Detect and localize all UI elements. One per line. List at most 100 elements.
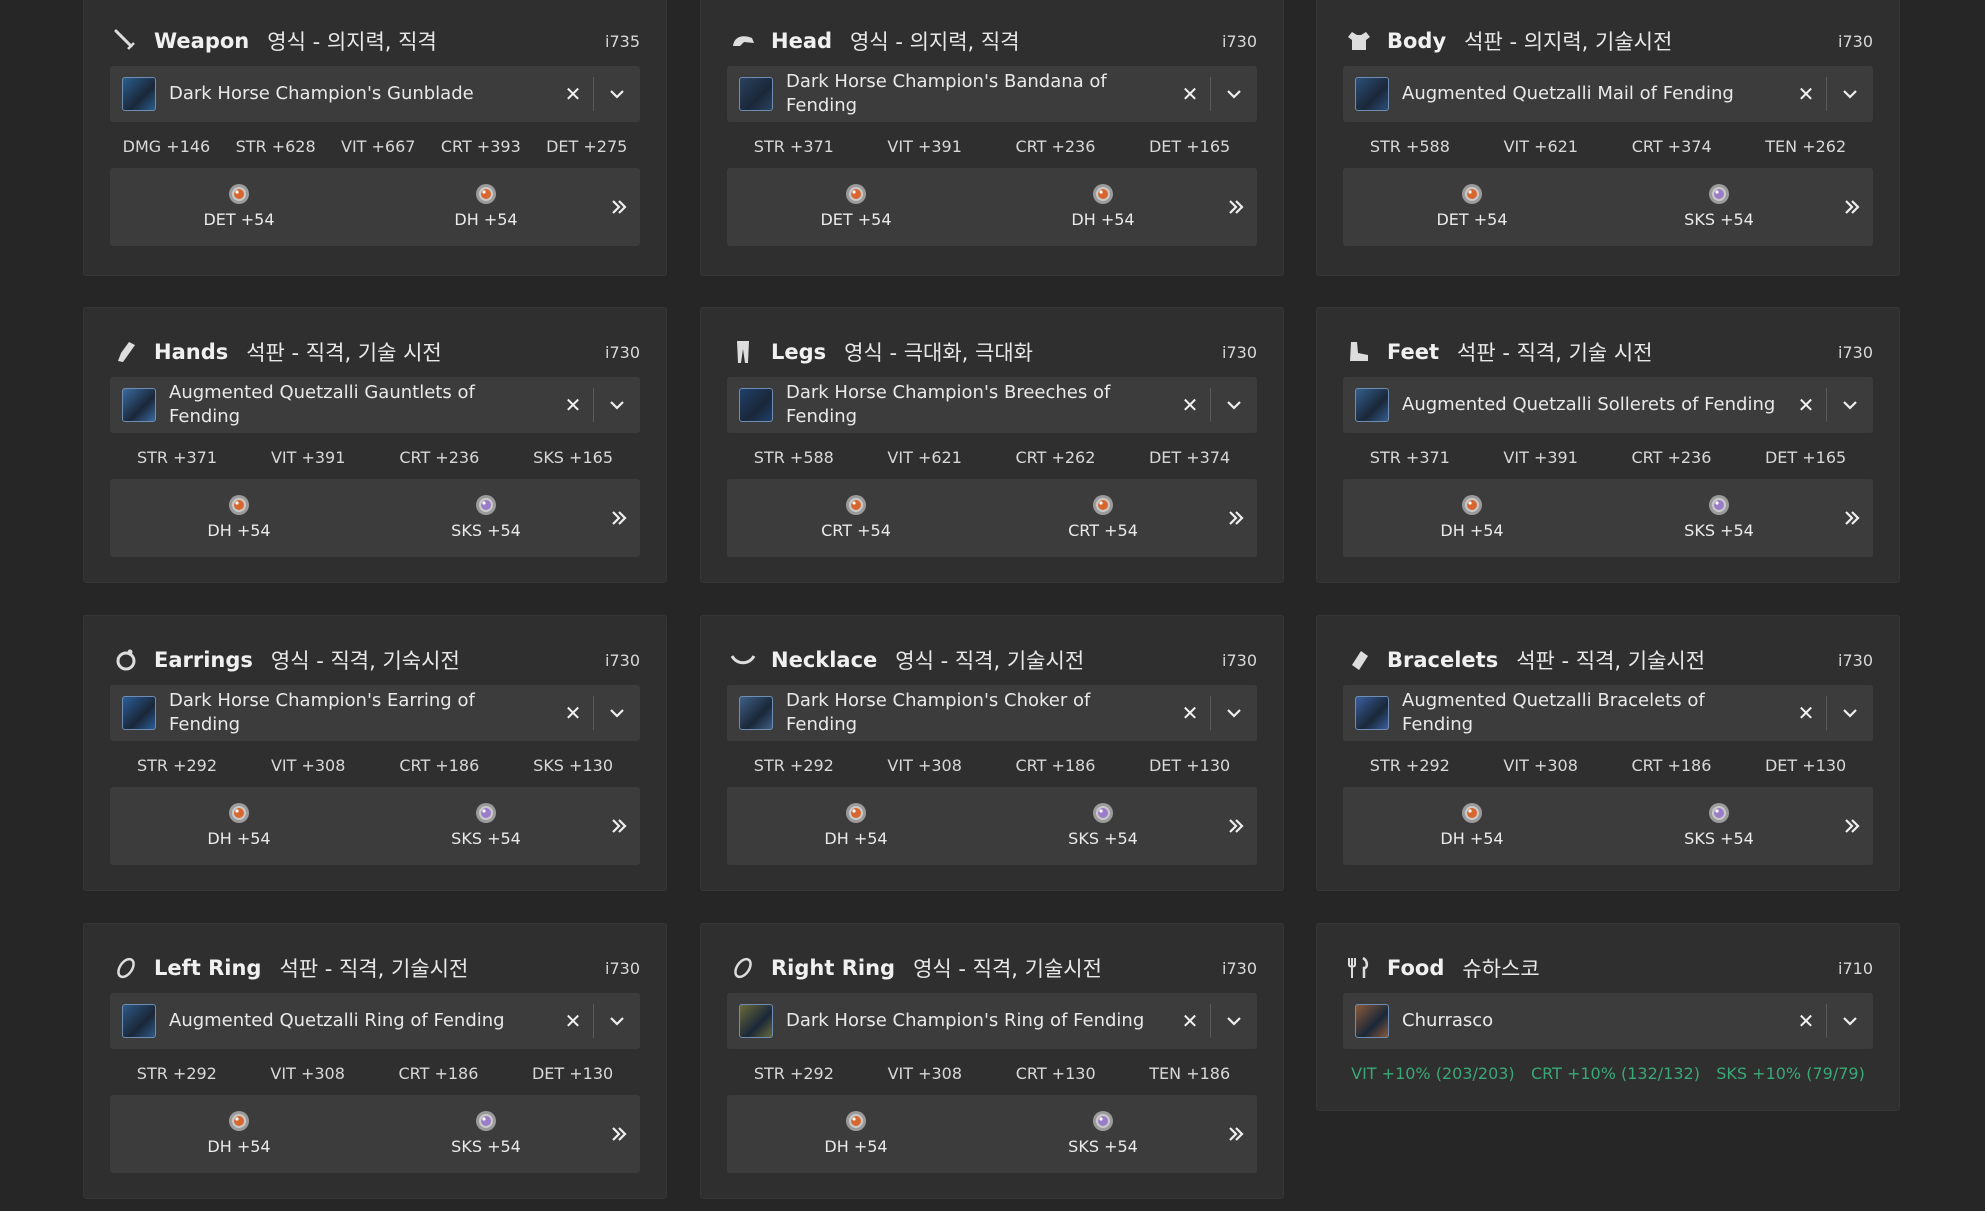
chevron-down-icon[interactable] — [594, 1016, 640, 1026]
clear-item-button[interactable]: ✕ — [553, 701, 593, 725]
gear-card-bracelets: Bracelets 석판 - 직격, 기술시전 i730 Augmented Quet… — [1316, 615, 1900, 891]
materia-slot[interactable]: DH +54 — [1043, 180, 1163, 229]
clear-item-button[interactable]: ✕ — [553, 82, 593, 106]
double-chevron-right-icon[interactable] — [1839, 503, 1865, 533]
clear-item-button[interactable]: ✕ — [1170, 393, 1210, 417]
materia-icon — [843, 1107, 869, 1133]
materia-icon — [1706, 799, 1732, 825]
materia-label: SKS +54 — [451, 521, 521, 540]
item-select[interactable]: Augmented Quetzalli Bracelets of Fending… — [1343, 685, 1873, 741]
chevron-down-icon[interactable] — [1211, 708, 1257, 718]
materia-slot[interactable]: SKS +54 — [426, 491, 546, 540]
clear-item-button[interactable]: ✕ — [1786, 701, 1826, 725]
materia-slot[interactable]: SKS +54 — [1659, 491, 1779, 540]
stat-value: CRT +374 — [1631, 137, 1712, 156]
clear-item-button[interactable]: ✕ — [1170, 701, 1210, 725]
materia-slot[interactable]: DET +54 — [796, 180, 916, 229]
item-name: Dark Horse Champion's Bandana of Fending — [786, 71, 1107, 116]
slot-name: Earrings — [154, 648, 253, 672]
double-chevron-right-icon[interactable] — [1223, 503, 1249, 533]
item-select[interactable]: Augmented Quetzalli Sollerets of Fending… — [1343, 377, 1873, 433]
materia-slot[interactable]: DH +54 — [1412, 491, 1532, 540]
card-header: Feet 석판 - 직격, 기술 시전 i730 — [1345, 334, 1873, 370]
double-chevron-right-icon[interactable] — [606, 503, 632, 533]
clear-item-button[interactable]: ✕ — [1170, 1009, 1210, 1033]
chevron-down-icon[interactable] — [1827, 1016, 1873, 1026]
materia-slot[interactable]: DH +54 — [179, 491, 299, 540]
materia-slot[interactable]: CRT +54 — [796, 491, 916, 540]
double-chevron-right-icon[interactable] — [1223, 811, 1249, 841]
clear-item-button[interactable]: ✕ — [1786, 82, 1826, 106]
chevron-down-icon[interactable] — [1211, 1016, 1257, 1026]
double-chevron-right-icon[interactable] — [1223, 192, 1249, 222]
slot-subtitle: 영식 - 극대화, 극대화 — [844, 341, 1033, 365]
item-thumbnail — [739, 1004, 773, 1038]
fork-knife-icon — [1345, 954, 1373, 982]
materia-slot[interactable]: SKS +54 — [1043, 1107, 1163, 1156]
clear-item-button[interactable]: ✕ — [1786, 393, 1826, 417]
stat-value: CRT +186 — [398, 1064, 479, 1083]
materia-icon — [1706, 491, 1732, 517]
materia-label: DH +54 — [454, 210, 518, 229]
materia-slot[interactable]: DH +54 — [796, 1107, 916, 1156]
double-chevron-right-icon[interactable] — [606, 192, 632, 222]
item-select[interactable]: Augmented Quetzalli Gauntlets of Fending… — [110, 377, 640, 433]
materia-slot[interactable]: SKS +54 — [1043, 799, 1163, 848]
materia-slot[interactable]: SKS +54 — [1659, 799, 1779, 848]
materia-slot[interactable]: SKS +54 — [426, 1107, 546, 1156]
materia-slot[interactable]: DH +54 — [1412, 799, 1532, 848]
materia-slot[interactable]: CRT +54 — [1043, 491, 1163, 540]
double-chevron-right-icon[interactable] — [606, 1119, 632, 1149]
item-select[interactable]: Dark Horse Champion's Choker of Fending ✕ — [727, 685, 1257, 741]
item-select[interactable]: Dark Horse Champion's Bandana of Fending… — [727, 66, 1257, 122]
materia-label: SKS +54 — [1684, 829, 1754, 848]
chevron-down-icon[interactable] — [1211, 400, 1257, 410]
materia-icon — [473, 1107, 499, 1133]
materia-slot[interactable]: DET +54 — [179, 180, 299, 229]
materia-slot[interactable]: DET +54 — [1412, 180, 1532, 229]
materia-slot[interactable]: DH +54 — [426, 180, 546, 229]
chevron-down-icon[interactable] — [1211, 89, 1257, 99]
double-chevron-right-icon[interactable] — [1223, 1119, 1249, 1149]
earring-icon — [112, 646, 140, 674]
card-header: Bracelets 석판 - 직격, 기술시전 i730 — [1345, 642, 1873, 678]
item-select[interactable]: Churrasco ✕ — [1343, 993, 1873, 1049]
materia-slot[interactable]: DH +54 — [796, 799, 916, 848]
card-header: Hands 석판 - 직격, 기술 시전 i730 — [112, 334, 640, 370]
clear-item-button[interactable]: ✕ — [1786, 1009, 1826, 1033]
slot-subtitle: 영식 - 의지력, 직격 — [267, 30, 437, 54]
materia-slots: DH +54 SKS +54 — [110, 1095, 640, 1173]
materia-slot[interactable]: SKS +54 — [1659, 180, 1779, 229]
chevron-down-icon[interactable] — [594, 708, 640, 718]
chevron-down-icon[interactable] — [594, 400, 640, 410]
item-select[interactable]: Dark Horse Champion's Breeches of Fendin… — [727, 377, 1257, 433]
chevron-down-icon[interactable] — [1827, 708, 1873, 718]
stat-list: STR +292 VIT +308 CRT +186 SKS +130 — [110, 756, 640, 778]
gear-card-necklace: Necklace 영식 - 직격, 기술시전 i730 Dark Horse Cham… — [700, 615, 1284, 891]
slot-name: Necklace — [771, 648, 878, 672]
chevron-down-icon[interactable] — [1827, 400, 1873, 410]
stat-value: STR +292 — [136, 1064, 217, 1083]
stat-value: CRT +186 — [399, 756, 480, 775]
double-chevron-right-icon[interactable] — [1839, 192, 1865, 222]
double-chevron-right-icon[interactable] — [1839, 811, 1865, 841]
materia-slot[interactable]: DH +54 — [179, 1107, 299, 1156]
materia-slot[interactable]: DH +54 — [179, 799, 299, 848]
card-header: Legs 영식 - 극대화, 극대화 i730 — [729, 334, 1257, 370]
stat-value: DMG +146 — [122, 137, 211, 156]
chevron-down-icon[interactable] — [1827, 89, 1873, 99]
materia-icon — [1459, 799, 1485, 825]
bracelet-icon — [1345, 646, 1373, 674]
clear-item-button[interactable]: ✕ — [553, 1009, 593, 1033]
double-chevron-right-icon[interactable] — [606, 811, 632, 841]
materia-slot[interactable]: SKS +54 — [426, 799, 546, 848]
item-select[interactable]: Dark Horse Champion's Gunblade ✕ — [110, 66, 640, 122]
clear-item-button[interactable]: ✕ — [1170, 82, 1210, 106]
item-select[interactable]: Dark Horse Champion's Ring of Fending ✕ — [727, 993, 1257, 1049]
item-name: Augmented Quetzalli Mail of Fending — [1402, 83, 1734, 104]
item-select[interactable]: Augmented Quetzalli Ring of Fending ✕ — [110, 993, 640, 1049]
item-select[interactable]: Augmented Quetzalli Mail of Fending ✕ — [1343, 66, 1873, 122]
chevron-down-icon[interactable] — [594, 89, 640, 99]
clear-item-button[interactable]: ✕ — [553, 393, 593, 417]
item-select[interactable]: Dark Horse Champion's Earring of Fending… — [110, 685, 640, 741]
